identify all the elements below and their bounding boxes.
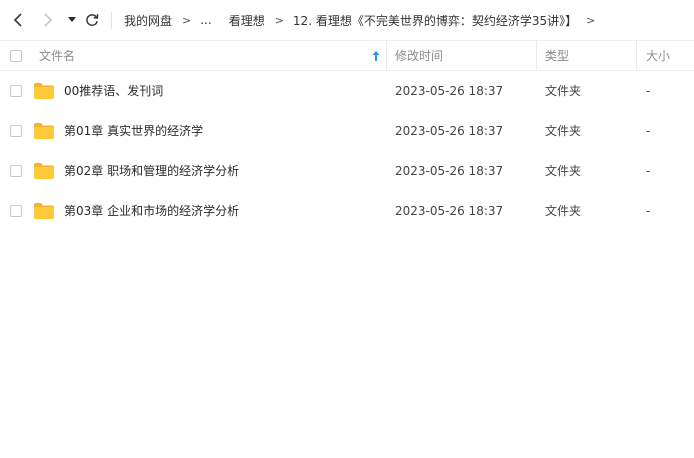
breadcrumb-separator: > bbox=[274, 13, 284, 27]
breadcrumb-separator: > bbox=[586, 13, 596, 27]
column-divider[interactable] bbox=[636, 41, 637, 71]
refresh-button[interactable] bbox=[82, 10, 102, 30]
column-divider[interactable] bbox=[536, 41, 537, 71]
chevron-left-icon bbox=[13, 13, 22, 27]
table-row[interactable]: 第03章 企业和市场的经济学分析 2023-05-26 18:37 文件夹 - bbox=[0, 191, 694, 231]
file-size: - bbox=[646, 124, 651, 138]
breadcrumb-item-parent[interactable]: 看理想 bbox=[229, 12, 265, 29]
folder-icon bbox=[34, 123, 54, 139]
modified-time: 2023-05-26 18:37 bbox=[395, 164, 504, 178]
column-divider[interactable] bbox=[386, 41, 387, 71]
caret-down-icon bbox=[68, 17, 76, 22]
select-all-checkbox[interactable] bbox=[10, 50, 22, 62]
row-checkbox[interactable] bbox=[10, 125, 22, 137]
folder-icon bbox=[34, 203, 54, 219]
file-name[interactable]: 第01章 真实世界的经济学 bbox=[64, 111, 203, 151]
table-row[interactable]: 00推荐语、发刊词 2023-05-26 18:37 文件夹 - bbox=[0, 71, 694, 111]
file-type: 文件夹 bbox=[545, 84, 582, 98]
breadcrumb-item-current[interactable]: 12. 看理想《不完美世界的博弈：契约经济学35讲》】 bbox=[293, 12, 577, 29]
back-button[interactable] bbox=[8, 10, 28, 30]
column-header-name[interactable]: 文件名 bbox=[39, 41, 369, 71]
row-checkbox[interactable] bbox=[10, 205, 22, 217]
row-checkbox[interactable] bbox=[10, 165, 22, 177]
file-size: - bbox=[646, 204, 651, 218]
breadcrumb: 我的网盘 > ... 看理想 > 12. 看理想《不完美世界的博弈：契约经济学3… bbox=[124, 0, 595, 40]
folder-icon bbox=[34, 83, 54, 99]
column-header-modified[interactable]: 修改时间 bbox=[395, 41, 530, 71]
file-name[interactable]: 第03章 企业和市场的经济学分析 bbox=[64, 191, 239, 231]
breadcrumb-item-ellipsis[interactable]: ... bbox=[200, 13, 211, 27]
file-size: - bbox=[646, 84, 651, 98]
breadcrumb-item-root[interactable]: 我的网盘 bbox=[124, 12, 172, 29]
table-row[interactable]: 第01章 真实世界的经济学 2023-05-26 18:37 文件夹 - bbox=[0, 111, 694, 151]
forward-button[interactable] bbox=[38, 10, 58, 30]
modified-time: 2023-05-26 18:37 bbox=[395, 124, 504, 138]
file-list-header: 文件名 修改时间 类型 大小 bbox=[0, 40, 694, 71]
breadcrumb-separator: > bbox=[182, 13, 192, 27]
file-type: 文件夹 bbox=[545, 124, 582, 138]
toolbar: 我的网盘 > ... 看理想 > 12. 看理想《不完美世界的博弈：契约经济学3… bbox=[0, 0, 694, 40]
toolbar-divider bbox=[111, 12, 112, 29]
column-header-type[interactable]: 类型 bbox=[545, 41, 630, 71]
folder-icon bbox=[34, 163, 54, 179]
chevron-right-icon bbox=[44, 13, 53, 27]
modified-time: 2023-05-26 18:37 bbox=[395, 204, 504, 218]
column-header-size[interactable]: 大小 bbox=[646, 41, 691, 71]
history-dropdown-button[interactable] bbox=[62, 10, 82, 30]
file-type: 文件夹 bbox=[545, 204, 582, 218]
row-checkbox[interactable] bbox=[10, 85, 22, 97]
modified-time: 2023-05-26 18:37 bbox=[395, 84, 504, 98]
sort-ascending-icon[interactable] bbox=[371, 50, 381, 62]
table-row[interactable]: 第02章 职场和管理的经济学分析 2023-05-26 18:37 文件夹 - bbox=[0, 151, 694, 191]
file-name[interactable]: 00推荐语、发刊词 bbox=[64, 71, 163, 111]
refresh-icon bbox=[86, 14, 99, 26]
file-type: 文件夹 bbox=[545, 164, 582, 178]
file-size: - bbox=[646, 164, 651, 178]
file-name[interactable]: 第02章 职场和管理的经济学分析 bbox=[64, 151, 239, 191]
